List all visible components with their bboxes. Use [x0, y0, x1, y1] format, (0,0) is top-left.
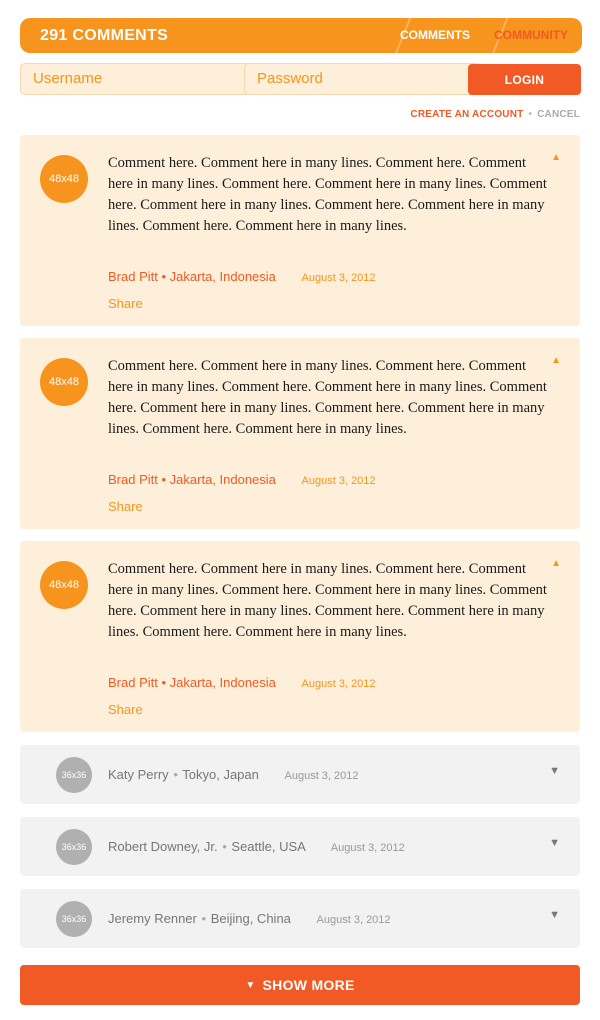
comment-meta: Brad Pitt • Jakarta, Indonesia August 3,… [108, 675, 376, 690]
show-more-button[interactable]: ▼ SHOW MORE [20, 965, 580, 1005]
expand-arrow-icon[interactable]: ▼ [549, 837, 560, 849]
comment-meta: Jeremy Renner • Beijing, China August 3,… [108, 911, 391, 926]
author-location: Seattle, USA [231, 839, 306, 854]
share-link[interactable]: Share [108, 702, 143, 717]
expand-arrow-icon[interactable]: ▼ [549, 909, 560, 921]
comment-date: August 3, 2012 [301, 272, 376, 284]
separator: • [173, 767, 178, 782]
separator: • [222, 839, 227, 854]
account-links: CREATE AN ACCOUNT • CANCEL [410, 109, 580, 120]
show-more-label: SHOW MORE [262, 977, 355, 993]
collapse-arrow-icon[interactable]: ▲ [551, 355, 561, 366]
author-name[interactable]: Robert Downey, Jr. [108, 839, 218, 854]
collapse-arrow-icon[interactable]: ▲ [551, 152, 561, 163]
comment-card: 48x48 Comment here. Comment here in many… [20, 338, 580, 529]
comment-text: Comment here. Comment here in many lines… [108, 561, 547, 640]
comment-card: 48x48 Comment here. Comment here in many… [20, 135, 580, 326]
tab-community[interactable]: COMMUNITY [494, 18, 568, 52]
comment-date: August 3, 2012 [330, 842, 405, 854]
separator: • [161, 472, 167, 487]
login-button[interactable]: LOGIN [468, 64, 581, 95]
separator: • [161, 675, 167, 690]
comment-meta: Brad Pitt • Jakarta, Indonesia August 3,… [108, 472, 376, 487]
avatar[interactable]: 36x36 [56, 757, 92, 793]
caret-down-icon: ▼ [245, 979, 256, 991]
tab-comments[interactable]: COMMENTS [400, 18, 470, 52]
comment-meta: Robert Downey, Jr. • Seattle, USA August… [108, 839, 405, 854]
password-input[interactable] [244, 63, 482, 95]
author-location: Jakarta, Indonesia [169, 675, 276, 690]
comment-date: August 3, 2012 [284, 770, 359, 782]
avatar[interactable]: 48x48 [40, 155, 88, 203]
comment-text: Comment here. Comment here in many lines… [108, 358, 547, 437]
author-location: Beijing, China [210, 911, 291, 926]
share-link[interactable]: Share [108, 296, 143, 311]
author-name[interactable]: Brad Pitt [108, 675, 158, 690]
username-input[interactable] [20, 63, 258, 95]
avatar[interactable]: 36x36 [56, 829, 92, 865]
comment-card: 48x48 Comment here. Comment here in many… [20, 541, 580, 732]
author-name[interactable]: Katy Perry [108, 767, 169, 782]
avatar[interactable]: 36x36 [56, 901, 92, 937]
expand-arrow-icon[interactable]: ▼ [549, 765, 560, 777]
avatar[interactable]: 48x48 [40, 561, 88, 609]
author-name[interactable]: Jeremy Renner [108, 911, 197, 926]
comment-count: 291 COMMENTS [40, 27, 169, 44]
author-location: Jakarta, Indonesia [169, 269, 276, 284]
separator: • [161, 269, 167, 284]
separator: • [528, 109, 533, 120]
author-location: Tokyo, Japan [182, 767, 259, 782]
collapsed-comment[interactable]: 36x36 Robert Downey, Jr. • Seattle, USA … [20, 817, 580, 876]
create-account-link[interactable]: CREATE AN ACCOUNT [410, 109, 523, 120]
cancel-link[interactable]: CANCEL [537, 109, 580, 120]
author-name[interactable]: Brad Pitt [108, 472, 158, 487]
separator: • [201, 911, 207, 926]
share-link[interactable]: Share [108, 499, 143, 514]
collapsed-comment[interactable]: 36x36 Jeremy Renner • Beijing, China Aug… [20, 889, 580, 948]
comment-text: Comment here. Comment here in many lines… [108, 155, 547, 234]
collapse-arrow-icon[interactable]: ▲ [551, 558, 561, 569]
comment-meta: Katy Perry • Tokyo, Japan August 3, 2012 [108, 767, 359, 782]
comments-header: 291 COMMENTS COMMENTS COMMUNITY [20, 18, 582, 53]
comment-date: August 3, 2012 [316, 914, 391, 926]
comment-date: August 3, 2012 [301, 678, 376, 690]
collapsed-comment[interactable]: 36x36 Katy Perry • Tokyo, Japan August 3… [20, 745, 580, 804]
comment-meta: Brad Pitt • Jakarta, Indonesia August 3,… [108, 269, 376, 284]
comment-date: August 3, 2012 [301, 475, 376, 487]
author-location: Jakarta, Indonesia [169, 472, 276, 487]
avatar[interactable]: 48x48 [40, 358, 88, 406]
author-name[interactable]: Brad Pitt [108, 269, 158, 284]
